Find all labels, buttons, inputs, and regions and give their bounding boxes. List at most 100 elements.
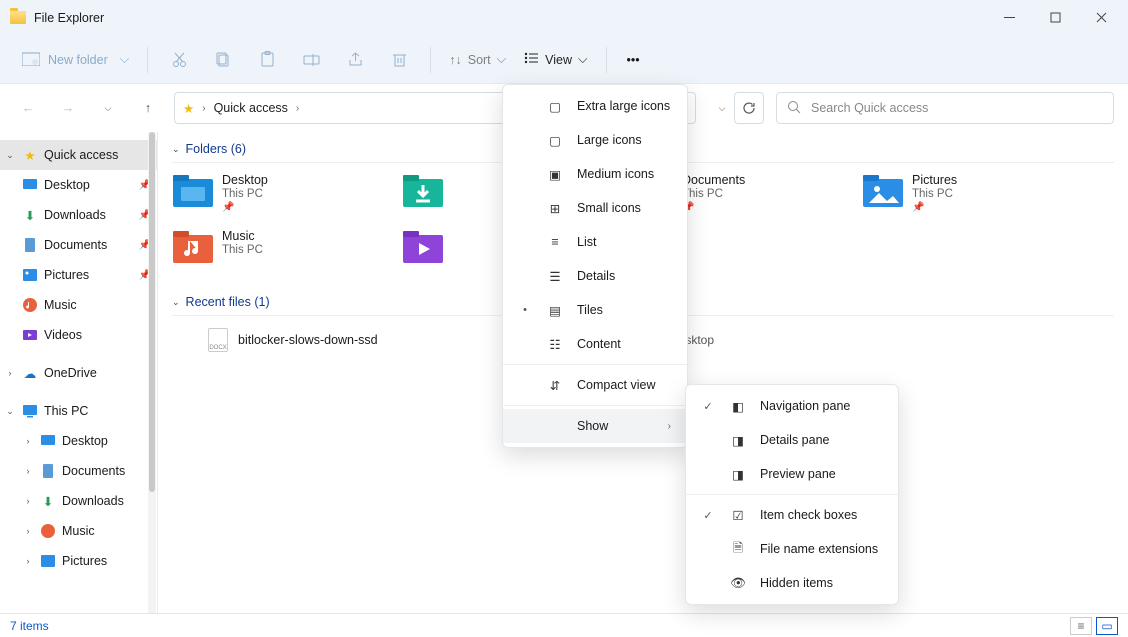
chevron-right-icon: ›: [4, 368, 16, 378]
sidebar-item-music[interactable]: Music: [0, 290, 157, 320]
sidebar-item-downloads[interactable]: ⬇ Downloads📌: [0, 200, 157, 230]
sidebar-item-documents[interactable]: Documents📌: [0, 230, 157, 260]
menu-item-details-pane[interactable]: ◨Details pane: [686, 423, 898, 457]
desktop-folder-icon: [172, 173, 214, 209]
group-title: Folders (6): [186, 142, 246, 156]
sidebar-item-videos[interactable]: Videos: [0, 320, 157, 350]
menu-item-navigation-pane[interactable]: ✓◧Navigation pane: [686, 389, 898, 423]
menu-item-extra-large-icons[interactable]: ▢ Extra large icons: [503, 89, 687, 123]
cloud-icon: ☁: [22, 365, 38, 381]
sidebar-label: This PC: [44, 404, 88, 418]
recent-locations-button[interactable]: ⌵: [94, 94, 122, 122]
sidebar-scrollbar[interactable]: [148, 132, 156, 613]
folder-location: This PC: [912, 188, 957, 200]
delete-button[interactable]: [380, 43, 418, 77]
folder-music[interactable]: MusicThis PC: [172, 229, 402, 279]
menu-item-large-icons[interactable]: ▢Large icons: [503, 123, 687, 157]
more-button[interactable]: •••: [619, 49, 648, 71]
close-button[interactable]: [1078, 0, 1124, 36]
menu-item-tiles[interactable]: •▤Tiles: [503, 293, 687, 327]
sidebar-item-quick-access[interactable]: ⌄ ★ Quick access: [0, 140, 157, 170]
eye-icon: 👁: [730, 575, 746, 591]
chevron-right-icon: ›: [22, 466, 34, 476]
address-dropdown-button[interactable]: ⌵: [708, 94, 736, 122]
sidebar-item-pc-documents[interactable]: › Documents: [0, 456, 157, 486]
toolbar: New folder ⌵ ↑↓ Sort ⌵ View ⌵ •••: [0, 36, 1128, 84]
sidebar-item-this-pc[interactable]: ⌄ This PC: [0, 396, 157, 426]
folder-location: This PC: [682, 188, 745, 200]
folder-name: Pictures: [912, 173, 957, 187]
sort-button[interactable]: ↑↓ Sort ⌵: [443, 48, 512, 71]
menu-item-details[interactable]: ☰Details: [503, 259, 687, 293]
minimize-button[interactable]: [986, 0, 1032, 36]
chevron-down-icon: ⌄: [172, 144, 180, 155]
menu-item-show[interactable]: Show›: [503, 409, 687, 443]
details-view-toggle[interactable]: ≡: [1070, 617, 1092, 635]
sidebar-item-desktop[interactable]: Desktop📌: [0, 170, 157, 200]
bullet-icon: •: [517, 304, 533, 316]
videos-icon: [22, 327, 38, 343]
menu-label: Compact view: [577, 378, 656, 392]
chevron-down-icon: ⌄: [172, 297, 180, 308]
menu-item-file-extensions[interactable]: 🗎File name extensions: [686, 532, 898, 566]
sidebar-item-pc-music[interactable]: › Music: [0, 516, 157, 546]
menu-item-check-boxes[interactable]: ✓☑Item check boxes: [686, 498, 898, 532]
menu-item-list[interactable]: ≡List: [503, 225, 687, 259]
paste-button[interactable]: [248, 43, 286, 77]
sidebar-label: Pictures: [44, 268, 89, 282]
sidebar-item-pictures[interactable]: Pictures📌: [0, 260, 157, 290]
sidebar-item-pc-downloads[interactable]: › ⬇ Downloads: [0, 486, 157, 516]
forward-button[interactable]: →: [54, 94, 82, 122]
new-folder-label: New folder: [48, 53, 108, 67]
up-button[interactable]: ↑: [134, 94, 162, 122]
chevron-down-icon: ⌄: [4, 406, 16, 417]
thumbnails-view-toggle[interactable]: ▭: [1096, 617, 1118, 635]
folder-pictures[interactable]: PicturesThis PC📌: [862, 173, 1092, 223]
breadcrumb-root[interactable]: Quick access: [214, 101, 288, 115]
pictures-icon: [22, 267, 38, 283]
desktop-icon: [22, 177, 38, 193]
view-label: View: [545, 53, 572, 67]
rename-button[interactable]: [292, 43, 330, 77]
sidebar-item-pc-desktop[interactable]: › Desktop: [0, 426, 157, 456]
chevron-right-icon: ›: [22, 556, 34, 566]
title-bar: File Explorer: [0, 0, 1128, 36]
downloads-folder-icon: [402, 173, 444, 209]
sidebar-label: Documents: [62, 464, 125, 478]
sort-label: Sort: [468, 53, 491, 67]
menu-label: Small icons: [577, 201, 641, 215]
menu-item-compact-view[interactable]: ⇵Compact view: [503, 368, 687, 402]
document-icon: [22, 237, 38, 253]
star-icon: ★: [22, 147, 38, 163]
menu-label: File name extensions: [760, 542, 878, 556]
download-icon: ⬇: [40, 493, 56, 509]
menu-label: Extra large icons: [577, 99, 670, 113]
refresh-button[interactable]: [734, 92, 764, 124]
menu-item-preview-pane[interactable]: ◨Preview pane: [686, 457, 898, 491]
search-input[interactable]: Search Quick access: [776, 92, 1114, 124]
navigation-sidebar: ⌄ ★ Quick access Desktop📌 ⬇ Downloads📌 D…: [0, 132, 158, 613]
menu-item-content[interactable]: ☷Content: [503, 327, 687, 361]
pin-icon: 📌: [222, 202, 268, 213]
sidebar-item-pc-pictures[interactable]: › Pictures: [0, 546, 157, 576]
back-button[interactable]: ←: [14, 94, 42, 122]
chevron-right-icon: ›: [202, 103, 205, 114]
share-button[interactable]: [336, 43, 374, 77]
music-folder-icon: [172, 229, 214, 265]
download-icon: ⬇: [22, 207, 38, 223]
grid-icon: ⊞: [547, 200, 563, 216]
menu-label: Details: [577, 269, 615, 283]
copy-button[interactable]: [204, 43, 242, 77]
music-icon: [40, 523, 56, 539]
view-dropdown-menu: ▢ Extra large icons ▢Large icons ▣Medium …: [502, 84, 688, 448]
sidebar-item-onedrive[interactable]: › ☁ OneDrive: [0, 358, 157, 388]
grid-icon: ▢: [547, 98, 563, 114]
menu-item-medium-icons[interactable]: ▣Medium icons: [503, 157, 687, 191]
maximize-button[interactable]: [1032, 0, 1078, 36]
folder-desktop[interactable]: DesktopThis PC📌: [172, 173, 402, 223]
view-button[interactable]: View ⌵: [518, 48, 593, 71]
menu-item-hidden-items[interactable]: 👁Hidden items: [686, 566, 898, 600]
cut-button[interactable]: [160, 43, 198, 77]
new-folder-button[interactable]: New folder ⌵: [16, 47, 135, 73]
menu-item-small-icons[interactable]: ⊞ Small icons: [503, 191, 687, 225]
